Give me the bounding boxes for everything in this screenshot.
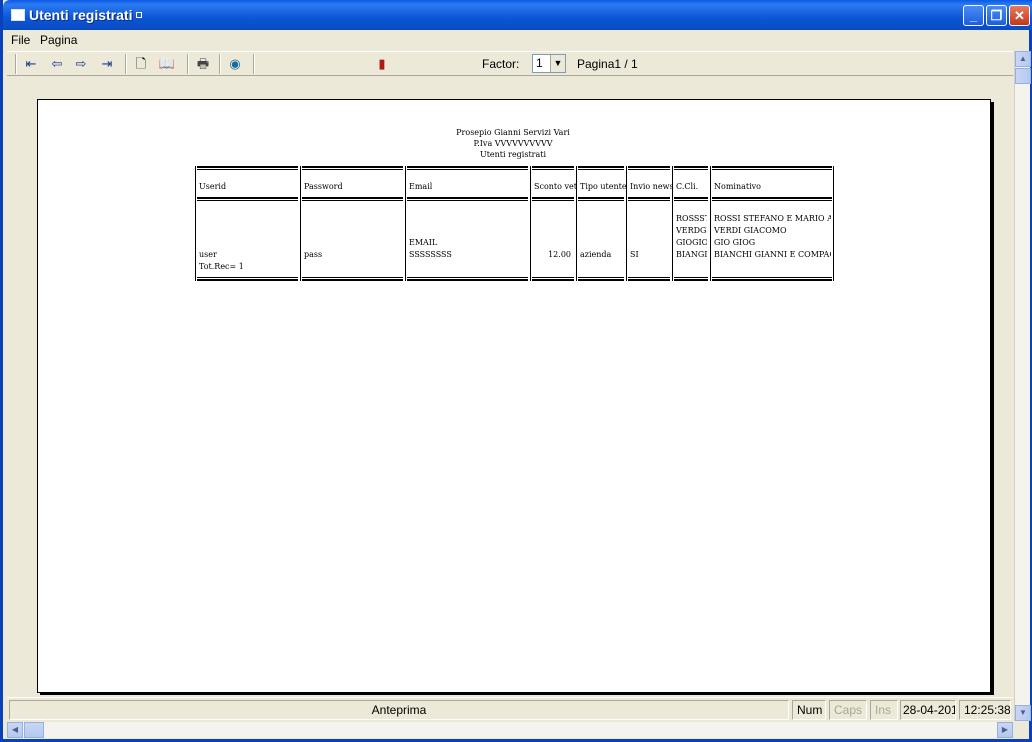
column-invio-news: Invio news SI — [626, 166, 674, 281]
table-cell: azienda — [580, 250, 612, 259]
main-window: Utenti registrati _ ❐ ✕ File Pagina ⇤ ⇦ … — [0, 0, 1032, 742]
page-indicator: Pagina1 / 1 — [577, 57, 638, 71]
column-password: Password pass — [300, 166, 404, 281]
report-piva: P.Iva VVVVVVVVVV — [473, 139, 553, 148]
last-page-icon[interactable]: ⇥ — [97, 54, 117, 74]
report-company: Prosepio Gianni Servizi Vari — [456, 128, 570, 137]
column-header: Tipo utente — [580, 182, 627, 191]
toolbar-separator — [253, 54, 255, 74]
status-caps: Caps — [829, 700, 867, 720]
column-codice-cliente: C.Cli. ROSSSTEFVERDGIAC GIOGIOGIBIANGIAN — [672, 166, 709, 281]
column-header: Invio news — [630, 182, 674, 191]
menu-pagina[interactable]: Pagina — [40, 33, 77, 47]
horizontal-scrollbar[interactable]: ◀ ▶ — [7, 722, 1013, 738]
column-header: Nominativo — [714, 182, 761, 191]
maximize-button[interactable]: ❐ — [986, 5, 1007, 26]
column-tipo-utente: Tipo utente azienda — [576, 166, 627, 281]
column-header: Sconto vet — [534, 182, 577, 191]
status-main: Anteprima — [9, 700, 789, 720]
status-ins: Ins — [870, 700, 898, 720]
first-page-icon[interactable]: ⇤ — [21, 54, 41, 74]
column-header: C.Cli. — [676, 182, 699, 191]
factor-select[interactable]: 1 ▼ — [532, 54, 566, 73]
column-nominativo: Nominativo ROSSI STEFANO E MARIO ASSOCIA… — [710, 166, 834, 281]
factor-value: 1 — [536, 56, 543, 70]
vertical-scrollbar[interactable]: ▲ ▼ — [1014, 51, 1031, 721]
close-button[interactable]: ✕ — [1009, 5, 1030, 26]
toolbar: ⇤ ⇦ ⇨ ⇥ 🗋 📖 🖶 ◉ ▮ Factor: 1 ▼ Pagina1 / … — [7, 51, 1013, 76]
table-cell: ROSSI STEFANO E MARIO ASSOCIATVERDI GIAC… — [714, 214, 831, 259]
single-page-icon[interactable]: 🗋 — [131, 54, 151, 74]
next-page-icon[interactable]: ⇨ — [71, 54, 91, 74]
toolbar-separator — [187, 54, 189, 74]
table-cell: user Tot.Rec= 1 — [199, 250, 244, 271]
column-sconto: Sconto vet 12.00 — [530, 166, 577, 281]
prev-page-icon[interactable]: ⇦ — [47, 54, 67, 74]
table-cell: SI — [630, 250, 639, 259]
report-title: Utenti registrati — [479, 150, 547, 159]
scroll-thumb[interactable] — [1015, 68, 1031, 84]
title-bar[interactable]: Utenti registrati _ ❐ ✕ — [3, 0, 1032, 30]
status-num: Num — [792, 700, 826, 720]
column-header: Userid — [199, 182, 227, 191]
menu-file[interactable]: File — [11, 33, 30, 47]
window-title: Utenti registrati — [29, 7, 143, 23]
status-date: 28-04-2016 — [900, 700, 956, 720]
table-cell: EMAIL SSSSSSSS — [409, 238, 452, 259]
export-icon[interactable]: ◉ — [225, 54, 245, 74]
toolbar-separator — [219, 54, 221, 74]
exit-door-icon[interactable]: ▮ — [372, 54, 392, 74]
column-header: Password — [304, 182, 343, 191]
status-bar: Anteprima Num Caps Ins 28-04-2016 12:25:… — [7, 697, 1013, 721]
status-time: 12:25:38 — [959, 700, 1011, 720]
scroll-left-icon[interactable]: ◀ — [7, 722, 23, 738]
chevron-down-icon[interactable]: ▼ — [550, 55, 565, 72]
toolbar-separator — [15, 54, 17, 74]
report-header: Prosepio Gianni Servizi Vari P.Iva VVVVV… — [388, 127, 638, 160]
two-pages-icon[interactable]: 📖 — [157, 54, 177, 74]
minimize-button[interactable]: _ — [963, 5, 984, 26]
toolbar-separator — [125, 54, 127, 74]
column-userid: Userid user Tot.Rec= 1 — [195, 166, 299, 281]
scroll-thumb[interactable] — [24, 722, 44, 738]
print-icon[interactable]: 🖶 — [193, 54, 213, 74]
preview-viewport: Prosepio Gianni Servizi Vari P.Iva VVVVV… — [7, 77, 1013, 695]
menu-bar: File Pagina — [3, 30, 1029, 50]
app-icon — [11, 9, 25, 21]
column-header: Email — [409, 182, 433, 191]
table-cell: pass — [304, 250, 323, 259]
scroll-down-icon[interactable]: ▼ — [1015, 705, 1031, 721]
factor-label: Factor: — [482, 57, 520, 71]
scroll-up-icon[interactable]: ▲ — [1015, 51, 1031, 67]
scroll-right-icon[interactable]: ▶ — [997, 722, 1013, 738]
report-page: Prosepio Gianni Servizi Vari P.Iva VVVVV… — [37, 99, 991, 693]
column-email: Email EMAIL SSSSSSSS — [405, 166, 529, 281]
table-cell: ROSSSTEFVERDGIAC GIOGIOGIBIANGIAN — [676, 214, 707, 259]
table-cell: 12.00 — [548, 250, 571, 259]
